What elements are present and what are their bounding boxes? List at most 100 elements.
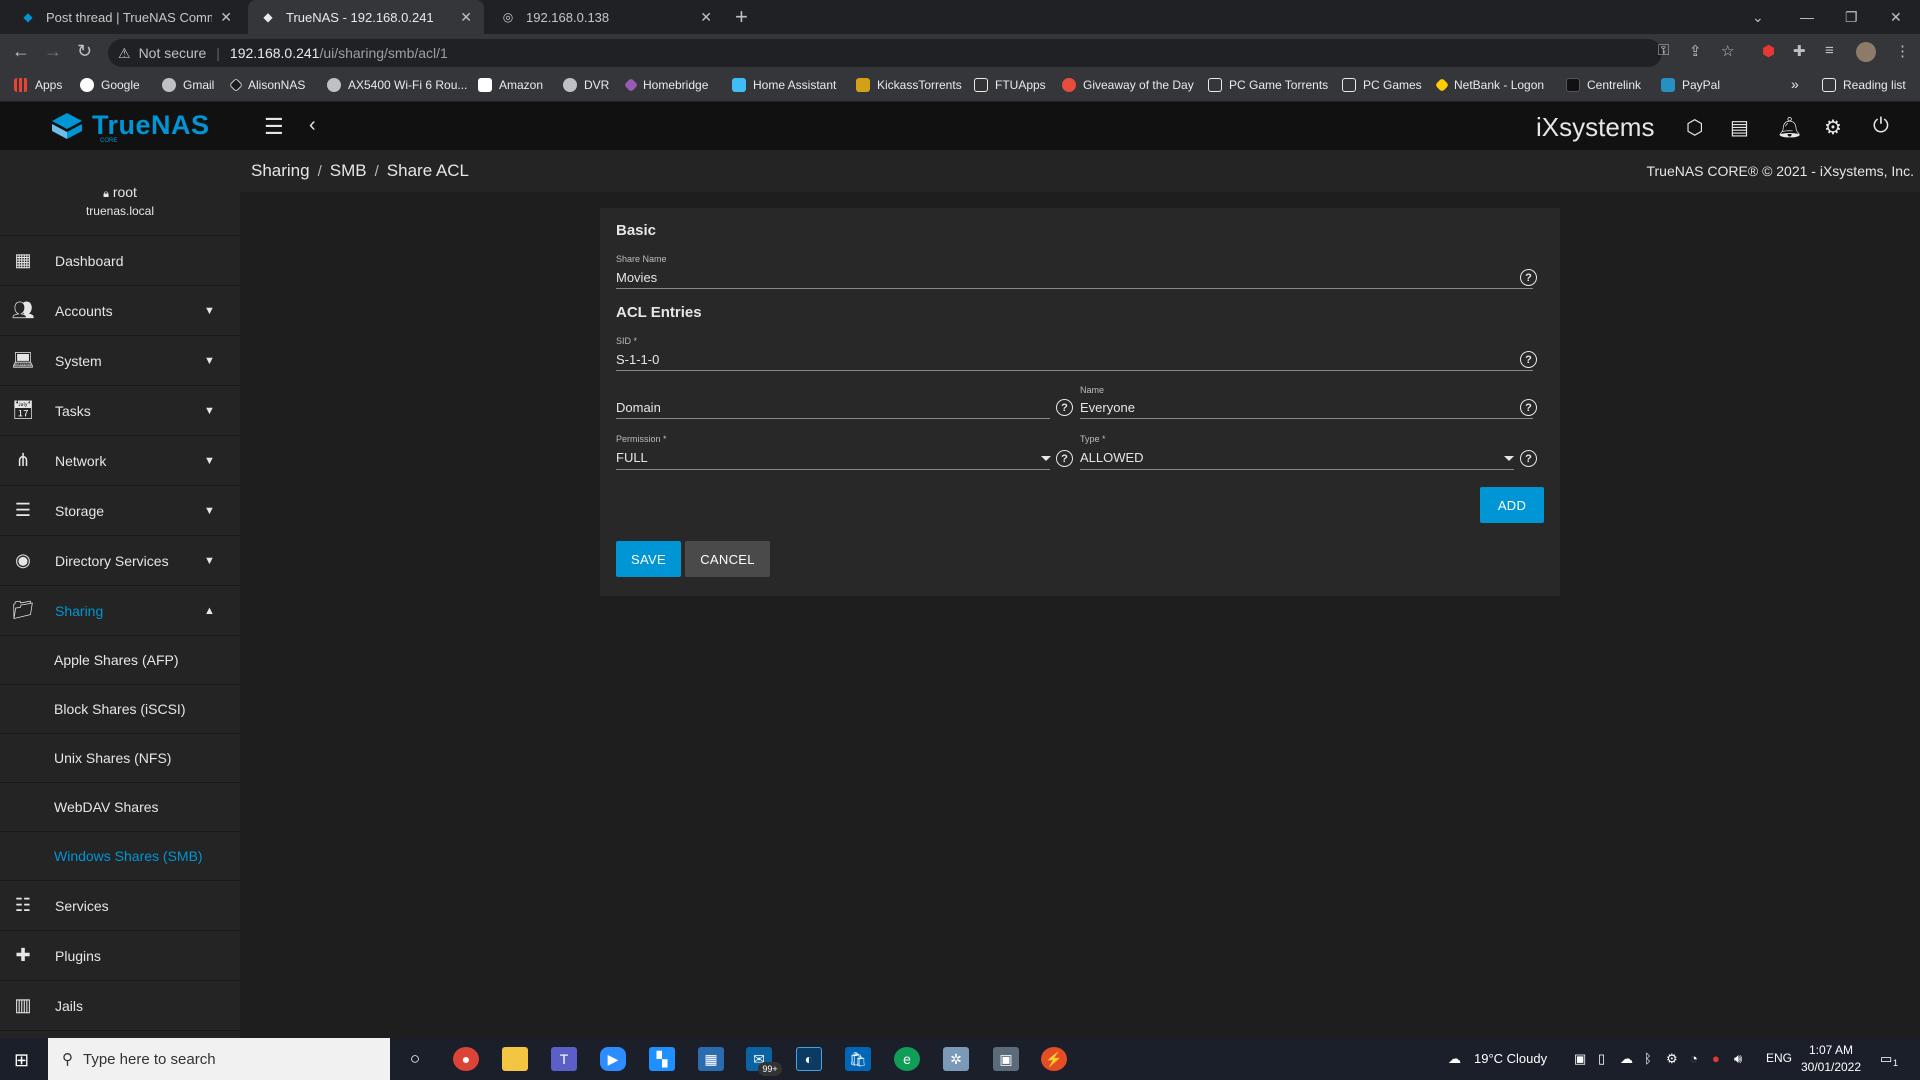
bookmark-pc-game-torrents[interactable]: PC Game Torrents (1208, 78, 1328, 92)
tray-app-icon[interactable]: ⚙ (1666, 1051, 1678, 1067)
bluetooth-icon[interactable]: ᛒ (1644, 1051, 1652, 1066)
bookmark-giveaway[interactable]: Giveaway of the Day (1062, 78, 1194, 92)
truecommand-icon[interactable]: ⬡ (1686, 115, 1703, 140)
add-button[interactable]: ADD (1480, 487, 1544, 523)
sidebar-item-jails[interactable]: ▥ Jails (0, 981, 240, 1031)
sidebar-item-plugins[interactable]: ✚ Plugins (0, 931, 240, 981)
ublock-icon[interactable]: ⬢ (1762, 42, 1775, 60)
forward-icon[interactable]: → (44, 41, 62, 62)
sidebar-subitem-smb[interactable]: Windows Shares (SMB) (0, 832, 240, 881)
bookmarks-overflow-button[interactable]: » (1791, 76, 1799, 92)
close-window-button[interactable]: ✕ (1890, 0, 1902, 34)
chevron-left-icon[interactable]: ‹ (309, 114, 316, 137)
power-icon[interactable]: ⏻ (1873, 115, 1889, 138)
key-icon[interactable]: ⚿ (1658, 42, 1669, 59)
chrome-menu-icon[interactable]: ⋮ (1895, 42, 1910, 60)
windows-start-icon[interactable]: ⊞ (14, 1050, 29, 1071)
tray-device-icon[interactable]: ▯ (1598, 1051, 1605, 1067)
bookmark-apps[interactable]: Apps (14, 78, 62, 92)
address-bar[interactable]: ⚠ Not secure | 192.168.0.241 /ui/sharing… (108, 39, 1662, 67)
calendar-app-icon[interactable]: ▦ (698, 1047, 724, 1071)
bookmark-gmail[interactable]: Gmail (162, 78, 214, 92)
breadcrumb-sharing[interactable]: Sharing (251, 161, 310, 180)
reading-mode-icon[interactable]: ≡ (1825, 42, 1834, 59)
bookmark-google[interactable]: Google (80, 78, 140, 92)
teams-icon[interactable]: T (551, 1047, 577, 1071)
sidebar-item-system[interactable]: 💻︎ System ▼ (0, 336, 240, 386)
system-clock[interactable]: 1:07 AM 30/01/2022 (1800, 1042, 1862, 1076)
minimize-button[interactable]: — (1800, 0, 1814, 34)
cortana-icon[interactable]: ○ (402, 1047, 428, 1071)
chevron-down-icon[interactable] (1041, 456, 1051, 461)
bookmark-kickass[interactable]: KickassTorrents (856, 78, 962, 92)
menu-icon[interactable]: ☰ (264, 114, 284, 140)
power-app-icon[interactable]: ⚡ (1041, 1047, 1067, 1071)
speaker-icon[interactable]: 🔊︎ (1734, 1051, 1742, 1067)
sidebar-item-network[interactable]: ⋔ Network ▼ (0, 436, 240, 486)
breadcrumb-smb[interactable]: SMB (330, 161, 367, 180)
file-explorer-icon[interactable] (502, 1047, 528, 1071)
help-icon[interactable]: ? (1056, 450, 1073, 467)
bell-icon[interactable]: 🔔︎ (1777, 115, 1802, 140)
sidebar-item-storage[interactable]: ☰ Storage ▼ (0, 486, 240, 536)
network-app-icon[interactable]: ✲ (943, 1047, 969, 1071)
bookmark-dvr[interactable]: DVR (563, 78, 609, 92)
store-icon[interactable]: 🛍︎ (845, 1047, 871, 1071)
bookmark-netbank[interactable]: NetBank - Logon (1434, 77, 1544, 93)
save-button[interactable]: SAVE (616, 541, 681, 577)
ixsystems-logo[interactable]: iXsystems (1536, 112, 1654, 143)
sidebar-subitem-webdav[interactable]: WebDAV Shares (0, 783, 240, 832)
bookmark-ax5400[interactable]: AX5400 Wi-Fi 6 Rou... (327, 78, 467, 92)
bookmark-home-assistant[interactable]: Home Assistant (732, 78, 836, 92)
clipboard-icon[interactable]: ▤ (1730, 115, 1749, 140)
bookmark-homebridge[interactable]: Homebridge (623, 77, 708, 93)
sid-field[interactable]: S-1-1-0 (616, 352, 659, 367)
sidebar-item-directory-services[interactable]: ◉ Directory Services ▼ (0, 536, 240, 586)
restore-button[interactable]: ❐ (1845, 0, 1858, 34)
edge-icon[interactable]: e (894, 1047, 920, 1071)
close-tab-icon[interactable]: ✕ (700, 9, 712, 26)
close-tab-icon[interactable]: ✕ (460, 9, 472, 26)
truenas-logo[interactable]: TrueNAS CORE (50, 110, 210, 144)
domain-field[interactable]: Domain (616, 400, 661, 415)
bookmark-pc-games[interactable]: PC Games (1342, 78, 1422, 92)
antivirus-icon[interactable]: ● (1712, 1051, 1720, 1066)
tab-search-icon[interactable]: ⌄ (1752, 0, 1764, 34)
name-field[interactable]: Everyone (1080, 400, 1135, 415)
sidebar-item-services[interactable]: ☷ Services (0, 881, 240, 931)
sidebar-item-tasks[interactable]: 📅︎ Tasks ▼ (0, 386, 240, 436)
extensions-icon[interactable]: ✚ (1793, 42, 1806, 60)
gear-icon[interactable]: ⚙ (1824, 115, 1842, 140)
profile-avatar[interactable] (1856, 42, 1876, 62)
bookmark-paypal[interactable]: PayPal (1661, 78, 1720, 92)
cancel-button[interactable]: CANCEL (685, 541, 770, 577)
weather-text[interactable]: 19°C Cloudy (1474, 1051, 1547, 1066)
new-tab-button[interactable]: + (735, 4, 748, 30)
bookmark-alisonnas[interactable]: AlisonNAS (228, 77, 305, 93)
bookmark-amazon[interactable]: Amazon (478, 78, 543, 92)
bookmark-ftuapps[interactable]: FTUApps (974, 78, 1046, 92)
sidebar-subitem-nfs[interactable]: Unix Shares (NFS) (0, 734, 240, 783)
wifi-icon[interactable]: ◔ (1690, 1051, 1698, 1066)
type-select[interactable]: ALLOWED (1080, 450, 1144, 465)
bookmark-star-icon[interactable]: ☆ (1721, 42, 1734, 60)
reading-list-button[interactable]: Reading list (1822, 78, 1906, 92)
notification-icon[interactable]: ▭ (1880, 1051, 1892, 1067)
app-icon[interactable]: ▚ (649, 1047, 675, 1071)
browser-tab[interactable]: ◎ 192.168.0.138 ✕ (488, 0, 724, 34)
sidebar-item-sharing[interactable]: 📁︎ Sharing ▲ (0, 586, 240, 636)
help-icon[interactable]: ? (1056, 399, 1073, 416)
bookmark-centrelink[interactable]: Centrelink (1566, 78, 1641, 92)
help-icon[interactable]: ? (1520, 269, 1537, 286)
close-tab-icon[interactable]: ✕ (220, 9, 232, 26)
zoom-icon[interactable]: ▶ (600, 1047, 626, 1071)
permission-select[interactable]: FULL (616, 450, 648, 465)
sidebar-subitem-iscsi[interactable]: Block Shares (iSCSI) (0, 685, 240, 734)
sidebar-subitem-afp[interactable]: Apple Shares (AFP) (0, 636, 240, 685)
help-icon[interactable]: ? (1520, 450, 1537, 467)
share-icon[interactable]: ⇪ (1689, 42, 1702, 60)
back-icon[interactable]: ← (12, 41, 30, 62)
reload-icon[interactable]: ↻ (77, 41, 92, 62)
app-icon[interactable]: ◐ (796, 1047, 822, 1071)
browser-tab-active[interactable]: ◆ TrueNAS - 192.168.0.241 ✕ (248, 0, 484, 34)
